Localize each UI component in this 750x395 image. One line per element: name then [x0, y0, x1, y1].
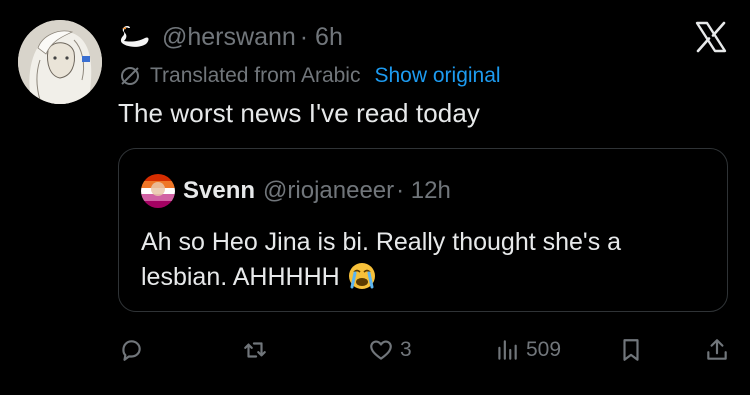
- tweet-handle[interactable]: @herswann: [162, 23, 296, 52]
- quoted-tweet-text: Ah so Heo Jina is bi. Really thought she…: [141, 228, 622, 291]
- views-chart-icon: [498, 340, 517, 360]
- show-original-link[interactable]: Show original: [374, 64, 500, 88]
- bookmark-button[interactable]: [618, 334, 644, 366]
- translate-icon: [121, 67, 139, 85]
- swan-emoji-icon: [120, 26, 149, 47]
- x-logo-icon[interactable]: [694, 20, 728, 54]
- like-button[interactable]: 3: [368, 334, 412, 366]
- bookmark-icon: [623, 339, 639, 361]
- tweet-text: The worst news I've read today: [118, 98, 481, 128]
- tweet-time[interactable]: · 6h: [300, 23, 343, 52]
- like-count: 3: [400, 338, 412, 361]
- retweet-icon: [244, 342, 266, 358]
- quoted-tweet-time[interactable]: · 12h: [396, 177, 451, 205]
- view-count: 509: [526, 338, 562, 361]
- reply-button[interactable]: [118, 334, 144, 366]
- views-button[interactable]: 509: [494, 334, 561, 366]
- heart-icon: [370, 340, 392, 360]
- translation-notice: Translated from Arabic Show original: [118, 62, 501, 90]
- quoted-author-name[interactable]: Svenn: [183, 177, 255, 205]
- action-bar: 3 509: [0, 334, 750, 366]
- quoted-author-handle[interactable]: @riojaneeer: [263, 177, 394, 205]
- tweet-header: @herswann · 6h: [118, 20, 343, 54]
- avatar-image: [18, 20, 102, 104]
- avatar[interactable]: [18, 20, 102, 104]
- quoted-tweet[interactable]: Svenn @riojaneeer · 12h Ah so Heo Jina i…: [118, 148, 728, 312]
- share-button[interactable]: [704, 334, 730, 366]
- crying-face-emoji-icon: [348, 263, 375, 289]
- quoted-tweet-text-container: Ah so Heo Jina is bi. Really thought she…: [141, 225, 711, 295]
- translated-label: Translated from Arabic: [150, 64, 361, 87]
- share-icon: [707, 339, 727, 360]
- reply-icon: [122, 340, 141, 361]
- lesbian-flag-avatar-icon: [141, 174, 175, 208]
- retweet-button[interactable]: [242, 334, 268, 366]
- quoted-tweet-header: Svenn @riojaneeer · 12h: [141, 173, 451, 209]
- quoted-avatar[interactable]: [141, 174, 175, 208]
